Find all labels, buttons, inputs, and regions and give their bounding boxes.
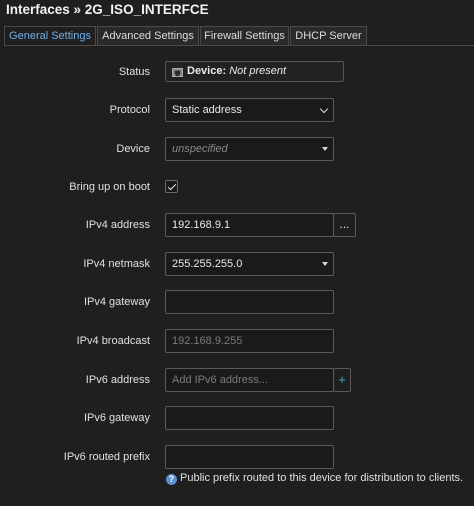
ipv4-broadcast-label: IPv4 broadcast <box>76 335 150 347</box>
status-row: Status Device: Not present <box>0 61 474 82</box>
ipv4-broadcast-placeholder: 192.168.9.255 <box>172 335 243 347</box>
ipv4-address-input[interactable]: 192.168.9.1 <box>165 213 334 237</box>
chevron-down-icon <box>319 104 329 114</box>
bring-up-on-boot-label: Bring up on boot <box>69 181 150 193</box>
ipv4-broadcast-input[interactable]: 192.168.9.255 <box>165 329 334 353</box>
ipv6-gateway-input[interactable] <box>165 406 334 430</box>
bring-up-on-boot-row: Bring up on boot <box>0 175 474 199</box>
ipv6-address-input[interactable]: Add IPv6 address... <box>165 368 334 392</box>
ipv4-gateway-row: IPv4 gateway <box>0 290 474 314</box>
tab-dhcp-server[interactable]: DHCP Server <box>290 26 367 45</box>
checkmark-icon <box>167 181 176 190</box>
ipv4-address-row: IPv4 address 192.168.9.1 ... <box>0 213 474 237</box>
device-row: Device unspecified <box>0 137 474 161</box>
ipv4-address-label: IPv4 address <box>85 219 150 231</box>
protocol-label: Protocol <box>109 104 150 116</box>
help-text: Public prefix routed to this device for … <box>180 472 464 484</box>
ipv6-routed-prefix-label: IPv6 routed prefix <box>63 451 150 463</box>
ipv6-routed-prefix-row: IPv6 routed prefix <box>0 445 474 469</box>
add-ipv6-address-button[interactable]: + <box>333 368 351 392</box>
page-title: Interfaces » 2G_ISO_INTERFCE <box>6 2 209 17</box>
device-select[interactable]: unspecified <box>165 137 334 161</box>
ipv4-netmask-row: IPv4 netmask 255.255.255.0 <box>0 252 474 276</box>
caret-down-icon <box>322 147 328 151</box>
ipv6-gateway-row: IPv6 gateway <box>0 406 474 430</box>
tab-advanced-settings[interactable]: Advanced Settings <box>97 26 199 45</box>
ipv6-gateway-label: IPv6 gateway <box>83 412 150 424</box>
help-icon: ? <box>166 474 177 485</box>
ipv4-netmask-select[interactable]: 255.255.255.0 <box>165 252 334 276</box>
device-value: unspecified <box>172 143 228 155</box>
protocol-select[interactable]: Static address <box>165 98 334 122</box>
tab-divider <box>4 45 474 46</box>
ethernet-port-icon <box>172 68 183 77</box>
device-label: Device <box>116 143 150 155</box>
ipv6-address-row: IPv6 address Add IPv6 address... + <box>0 368 474 392</box>
ipv6-routed-prefix-input[interactable] <box>165 445 334 469</box>
caret-down-icon <box>322 262 328 266</box>
protocol-row: Protocol Static address <box>0 98 474 122</box>
ipv6-routed-prefix-help: ? Public prefix routed to this device for… <box>166 471 463 485</box>
status-device-key: Device: <box>187 65 227 77</box>
ipv4-netmask-label: IPv4 netmask <box>83 258 150 270</box>
ipv4-address-more-button[interactable]: ... <box>333 213 356 237</box>
status-device-value: Not present <box>229 65 287 77</box>
ipv4-gateway-label: IPv4 gateway <box>83 296 150 308</box>
ipv4-broadcast-row: IPv4 broadcast 192.168.9.255 <box>0 329 474 353</box>
tab-general-settings[interactable]: General Settings <box>4 26 96 46</box>
bring-up-on-boot-checkbox[interactable] <box>165 180 178 193</box>
ipv6-address-label: IPv6 address <box>85 374 150 386</box>
protocol-value: Static address <box>172 104 242 116</box>
status-box: Device: Not present <box>165 61 344 82</box>
status-label: Status <box>118 66 150 78</box>
tab-bar: General Settings Advanced Settings Firew… <box>4 26 474 46</box>
ipv4-netmask-value: 255.255.255.0 <box>172 258 243 270</box>
tab-firewall-settings[interactable]: Firewall Settings <box>200 26 289 45</box>
ipv6-address-placeholder: Add IPv6 address... <box>172 374 268 386</box>
ipv4-address-value: 192.168.9.1 <box>172 219 231 231</box>
ipv4-gateway-input[interactable] <box>165 290 334 314</box>
